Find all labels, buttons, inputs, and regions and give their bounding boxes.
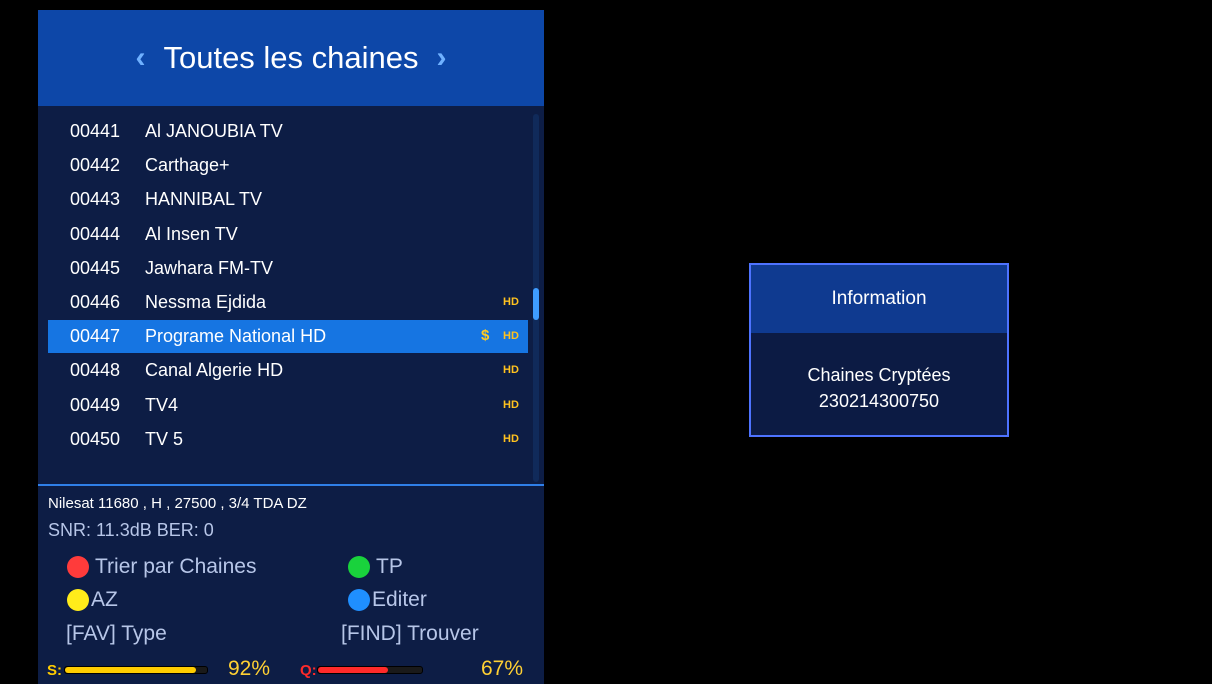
hd-badge: HD (503, 296, 519, 308)
channel-row[interactable]: 00443 HANNIBAL TV (48, 183, 528, 216)
channel-name: Canal Algerie HD (145, 360, 284, 381)
green-key-label: TP (376, 555, 403, 578)
channel-row[interactable]: 00447 Programe National HD $ HD (48, 320, 528, 354)
channel-number: 00443 (70, 189, 121, 210)
channel-row[interactable]: 00449 TV4 HD (48, 389, 528, 422)
channel-number: 00450 (70, 428, 121, 449)
yellow-key-az[interactable]: AZ (67, 588, 118, 612)
channel-number: 00447 (70, 326, 121, 347)
hd-badge: HD (503, 432, 519, 445)
channel-list-panel: ‹ Toutes les chaines › 00441 Al JANOUBIA … (38, 10, 544, 684)
channel-number: 00449 (70, 394, 121, 415)
channel-number: 00444 (70, 223, 121, 244)
blue-key-label: Editer (372, 588, 427, 611)
quality-percent: 67% (481, 657, 524, 680)
hd-badge: HD (503, 364, 519, 377)
dialog-code: 230214300750 (818, 391, 940, 411)
channel-number: 00441 (70, 121, 121, 141)
channel-row[interactable]: 00450 TV 5 HD (48, 423, 528, 456)
channel-row[interactable]: 00445 Jawhara FM-TV (48, 252, 528, 285)
green-key-tp[interactable]: TP (348, 555, 403, 579)
channel-name: Jawhara FM-TV (145, 257, 274, 278)
signal-quality-fill (318, 667, 388, 673)
yellow-button-icon (67, 589, 89, 611)
channel-row[interactable]: 00448 Canal Algerie HD HD (48, 354, 528, 387)
channel-row[interactable]: 00444 Al Insen TV (48, 218, 528, 251)
signal-info: SNR: 11.3dB BER: 0 (48, 520, 214, 540)
strength-label: S: (47, 662, 62, 679)
chevron-right-icon[interactable]: › (437, 41, 447, 75)
divider (38, 484, 544, 486)
channel-name: Al Insen TV (145, 223, 238, 244)
channel-name: Carthage+ (145, 155, 230, 176)
list-header: ‹ Toutes les chaines › (38, 10, 544, 106)
channel-name: Programe National HD (145, 326, 327, 347)
red-button-icon (67, 556, 89, 578)
channel-name: TV4 (145, 394, 179, 415)
channel-number: 00448 (70, 360, 121, 381)
quality-label: Q: (300, 662, 317, 679)
chevron-left-icon[interactable]: ‹ (135, 41, 145, 75)
hd-badge: HD (503, 330, 519, 343)
yellow-key-label: AZ (91, 588, 118, 611)
red-key-sort[interactable]: Trier par Chaines (67, 555, 256, 579)
list-title: Toutes les chaines (163, 40, 419, 75)
signal-strength-bar (64, 666, 208, 674)
channel-number: 00446 (70, 292, 121, 312)
channel-name: Al JANOUBIA TV (145, 121, 283, 141)
information-dialog: Information Chaines Cryptées 23021430075… (749, 263, 1009, 437)
blue-button-icon (348, 589, 370, 611)
fav-type-key[interactable]: [FAV] Type (66, 622, 167, 646)
channel-name: HANNIBAL TV (145, 189, 263, 210)
signal-strength-fill (65, 667, 196, 673)
channel-name: Nessma Ejdida (145, 292, 267, 312)
signal-quality-bar (317, 666, 423, 674)
channel-row[interactable]: 00442 Carthage+ (48, 149, 528, 182)
channel-row[interactable]: 00441 Al JANOUBIA TV (48, 115, 528, 148)
dialog-body: Chaines Cryptées 230214300750 (751, 333, 1007, 414)
strength-percent: 92% (228, 657, 271, 680)
hd-badge: HD (503, 398, 519, 411)
transponder-info: Nilesat 11680 , H , 27500 , 3/4 TDA DZ (48, 495, 307, 512)
scrambled-icon: $ (481, 327, 490, 345)
dialog-message: Chaines Cryptées (807, 365, 951, 385)
blue-key-edit[interactable]: Editer (348, 588, 427, 612)
channel-name: TV 5 (145, 428, 184, 449)
channel-row[interactable]: 00446 Nessma Ejdida HD (48, 286, 528, 319)
green-button-icon (348, 556, 370, 578)
channel-number: 00445 (70, 257, 121, 278)
scrollbar-thumb[interactable] (533, 288, 539, 320)
channel-number: 00442 (70, 155, 121, 176)
find-key[interactable]: [FIND] Trouver (341, 622, 479, 646)
red-key-label: Trier par Chaines (95, 555, 257, 578)
dialog-title: Information (751, 265, 1007, 333)
